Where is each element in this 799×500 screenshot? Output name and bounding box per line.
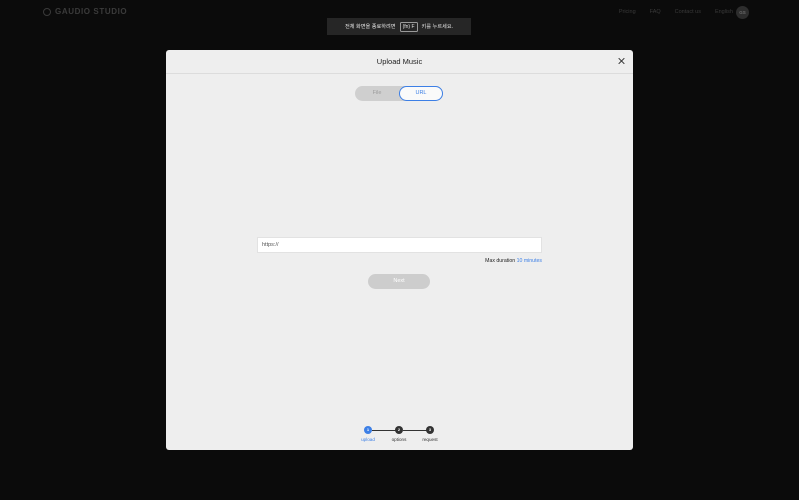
max-duration-label: Max duration <box>485 258 516 264</box>
nav-links: Pricing FAQ Contact us English <box>619 9 733 15</box>
modal-title: Upload Music <box>376 57 423 66</box>
nav-link-faq[interactable]: FAQ <box>650 9 661 15</box>
logo-icon <box>43 7 51 16</box>
fullscreen-toast: 전체 화면을 종료하려면 (fn) F 키를 누르세요. <box>327 18 471 35</box>
toast-text-before: 전체 화면을 종료하려면 <box>344 24 396 30</box>
page: GAUDIO STUDIO Pricing FAQ Contact us Eng… <box>0 0 799 500</box>
next-button[interactable]: Next <box>368 274 430 289</box>
nav-link-pricing[interactable]: Pricing <box>619 9 636 15</box>
tab-file[interactable]: File <box>355 86 399 101</box>
step-dot: 3 <box>426 426 434 434</box>
step-label: upload <box>361 437 375 442</box>
logo[interactable]: GAUDIO STUDIO <box>43 7 127 16</box>
max-duration-value: 10 minutes <box>516 258 542 264</box>
stepper: 1 upload 2 options 3 request <box>166 426 633 446</box>
step-dot: 1 <box>364 426 372 434</box>
step-upload: 1 upload <box>353 426 383 442</box>
step-label: options <box>391 437 407 442</box>
upload-modal: Upload Music File URL Max duration 10 mi… <box>166 50 633 450</box>
tab-url[interactable]: URL <box>399 86 443 101</box>
max-duration-note: Max duration 10 minutes <box>485 258 542 264</box>
step-options: 2 options <box>384 426 414 442</box>
avatar[interactable]: GS <box>736 6 749 19</box>
step-dot: 2 <box>395 426 403 434</box>
nav-link-contact[interactable]: Contact us <box>675 9 701 15</box>
logo-text: GAUDIO STUDIO <box>55 7 128 16</box>
close-icon[interactable] <box>615 55 627 67</box>
toast-key: (fn) F <box>399 21 418 32</box>
toast-text-after: 키를 누르세요. <box>421 24 454 30</box>
source-toggle: File URL <box>355 86 443 101</box>
nav-link-language[interactable]: English <box>715 9 733 15</box>
step-request: 3 request <box>415 426 445 442</box>
modal-header: Upload Music <box>166 50 633 74</box>
url-input[interactable] <box>257 237 542 253</box>
step-label: request <box>422 437 438 442</box>
